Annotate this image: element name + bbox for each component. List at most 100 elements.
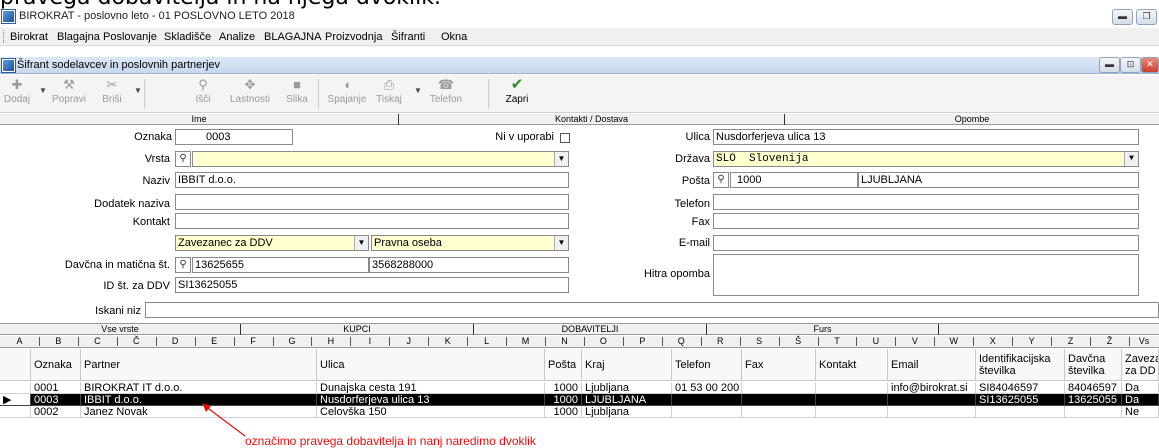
letter-filter-4[interactable]: D — [156, 336, 195, 347]
dodaj-button[interactable]: ✚ Dodaj — [2, 76, 32, 112]
letter-filter-22[interactable]: U — [856, 336, 895, 347]
chevron-down-icon[interactable]: ▼ — [1124, 152, 1138, 166]
child-close-button[interactable]: ✕ — [1141, 57, 1159, 73]
oseba-select[interactable]: Pravna oseba ▼ — [371, 235, 569, 251]
dodatek-naziva-field[interactable] — [175, 194, 569, 210]
column-header[interactable]: Kontakt — [816, 349, 888, 381]
chevron-down-icon[interactable]: ▼ — [554, 236, 568, 250]
kraj-field[interactable]: LJUBLJANA — [858, 172, 1139, 188]
popravi-button[interactable]: ⚒ Popravi — [48, 76, 90, 112]
hitra-opomba-field[interactable] — [713, 254, 1139, 296]
tab-furs[interactable]: Furs — [707, 324, 938, 335]
letter-filter-28[interactable]: Ž — [1090, 336, 1129, 347]
id-ddv-field[interactable]: SI13625055 — [175, 277, 569, 293]
letter-filter-26[interactable]: Y — [1012, 336, 1051, 347]
ulica-field[interactable]: Nusdorferjeva ulica 13 — [713, 129, 1139, 145]
column-header[interactable]: Pošta — [545, 349, 582, 381]
slika-button[interactable]: ■ Slika — [283, 76, 311, 112]
posta-field[interactable]: 1000 — [730, 172, 858, 188]
zapri-button[interactable]: ✔ Zapri — [502, 76, 532, 112]
column-header[interactable]: Ulica — [317, 349, 545, 381]
letter-filter-17[interactable]: Q — [662, 336, 701, 347]
menu-blagajna[interactable]: Blagajna — [57, 31, 100, 43]
davcna-field[interactable]: 13625655 — [192, 257, 369, 273]
letter-filter-16[interactable]: P — [623, 336, 662, 347]
email-field[interactable] — [713, 235, 1139, 251]
brisi-button[interactable]: ✂ Briši — [96, 76, 128, 112]
lastnosti-button[interactable]: ✥ Lastnosti — [228, 76, 272, 112]
drzava-select[interactable]: SLO Slovenija ▼ — [713, 151, 1139, 167]
tab-dobavitelji[interactable]: DOBAVITELJI — [474, 324, 706, 335]
letter-filter-11[interactable]: K — [428, 336, 467, 347]
column-header[interactable]: Telefon — [672, 349, 742, 381]
letter-filter-24[interactable]: W — [934, 336, 973, 347]
letter-filter-9[interactable]: I — [350, 336, 389, 347]
column-header[interactable]: Oznaka — [31, 349, 81, 381]
letter-filter-13[interactable]: M — [506, 336, 545, 347]
table-row[interactable]: ▶ 0003 IBBIT d.o.o. Nusdorferjeva ulica 13 1… — [0, 394, 1159, 406]
menu-okna[interactable]: Okna — [441, 31, 467, 43]
letter-filter-29[interactable]: Vs — [1129, 336, 1159, 347]
dodaj-dropdown-arrow-icon[interactable]: ▼ — [39, 86, 47, 95]
letter-filter-5[interactable]: E — [195, 336, 234, 347]
vrsta-search-icon[interactable]: ⚲ — [175, 151, 191, 167]
menu-poslovanje[interactable]: Poslovanje — [103, 31, 157, 43]
letter-filter-25[interactable]: X — [973, 336, 1012, 347]
ni-v-uporabi-checkbox[interactable] — [560, 133, 570, 143]
maximize-button[interactable]: ❐ — [1136, 9, 1157, 25]
letter-filter-23[interactable]: V — [895, 336, 934, 347]
tab-opombe[interactable]: Opombe — [785, 114, 1159, 125]
tab-kupci[interactable]: KUPCI — [241, 324, 473, 335]
letter-filter-1[interactable]: B — [39, 336, 78, 347]
letter-filter-18[interactable]: R — [701, 336, 740, 347]
tiskaj-button[interactable]: ⎙ Tiskaj — [372, 76, 406, 112]
tab-vse-vrste[interactable]: Vse vrste — [0, 324, 240, 335]
letter-filter-2[interactable]: C — [78, 336, 117, 347]
column-header[interactable]: Zaveza za DD — [1122, 349, 1159, 381]
minimize-button[interactable]: ▬ — [1112, 9, 1133, 25]
child-minimize-button[interactable]: ▬ — [1099, 57, 1120, 73]
column-header[interactable]: Partner — [81, 349, 317, 381]
chevron-down-icon[interactable]: ▼ — [354, 236, 368, 250]
naziv-field[interactable]: IBBIT d.o.o. — [175, 172, 569, 188]
menu-analize[interactable]: Analize — [219, 31, 255, 43]
chevron-down-icon[interactable]: ▼ — [554, 152, 568, 166]
brisi-dropdown-arrow-icon[interactable]: ▼ — [134, 86, 142, 95]
letter-filter-20[interactable]: Š — [779, 336, 818, 347]
letter-filter-6[interactable]: F — [234, 336, 273, 347]
column-header[interactable]: Email — [888, 349, 976, 381]
isci-button[interactable]: ⚲ Išči — [190, 76, 216, 112]
letter-filter-21[interactable]: T — [818, 336, 857, 347]
letter-filter-12[interactable]: L — [467, 336, 506, 347]
fax-field[interactable] — [713, 213, 1139, 229]
letter-filter-15[interactable]: O — [584, 336, 623, 347]
oznaka-field[interactable]: 0003 — [175, 129, 293, 145]
davcna-search-icon[interactable]: ⚲ — [175, 257, 191, 273]
letter-filter-7[interactable]: G — [273, 336, 312, 347]
letter-filter-0[interactable]: A — [0, 336, 39, 347]
table-row[interactable]: 0002 Janez Novak Celovška 150 1000 Ljubljana… — [0, 406, 1159, 418]
tiskaj-dropdown-arrow-icon[interactable]: ▼ — [414, 86, 422, 95]
letter-filter-27[interactable]: Z — [1051, 336, 1090, 347]
column-header[interactable]: Identifikacijska številka — [976, 349, 1065, 381]
maticna-field[interactable]: 3568288000 — [369, 257, 569, 273]
menu-birokrat[interactable]: Birokrat — [10, 31, 48, 43]
letter-filter-14[interactable]: N — [545, 336, 584, 347]
column-header[interactable]: Davčna številka — [1065, 349, 1122, 381]
posta-search-icon[interactable]: ⚲ — [713, 172, 729, 188]
letter-filter-19[interactable]: S — [740, 336, 779, 347]
letter-filter-3[interactable]: Č — [117, 336, 156, 347]
menu-sifranti[interactable]: Šifranti — [391, 31, 425, 43]
tab-kontakti-dostava[interactable]: Kontakti / Dostava — [399, 114, 784, 125]
menu-blagajna-upper[interactable]: BLAGAJNA — [264, 31, 321, 43]
column-header[interactable]: Kraj — [582, 349, 672, 381]
menu-skladisce[interactable]: Skladišče — [164, 31, 211, 43]
column-header[interactable]: Fax — [742, 349, 816, 381]
letter-filter-10[interactable]: J — [389, 336, 428, 347]
child-restore-button[interactable]: ⊡ — [1120, 57, 1141, 73]
letter-filter-8[interactable]: H — [311, 336, 350, 347]
telefon-field[interactable] — [713, 194, 1139, 210]
zavezanec-select[interactable]: Zavezanec za DDV ▼ — [175, 235, 369, 251]
search-input[interactable] — [145, 302, 1159, 318]
spajanje-button[interactable]: ◖ Spajanje — [327, 76, 367, 112]
